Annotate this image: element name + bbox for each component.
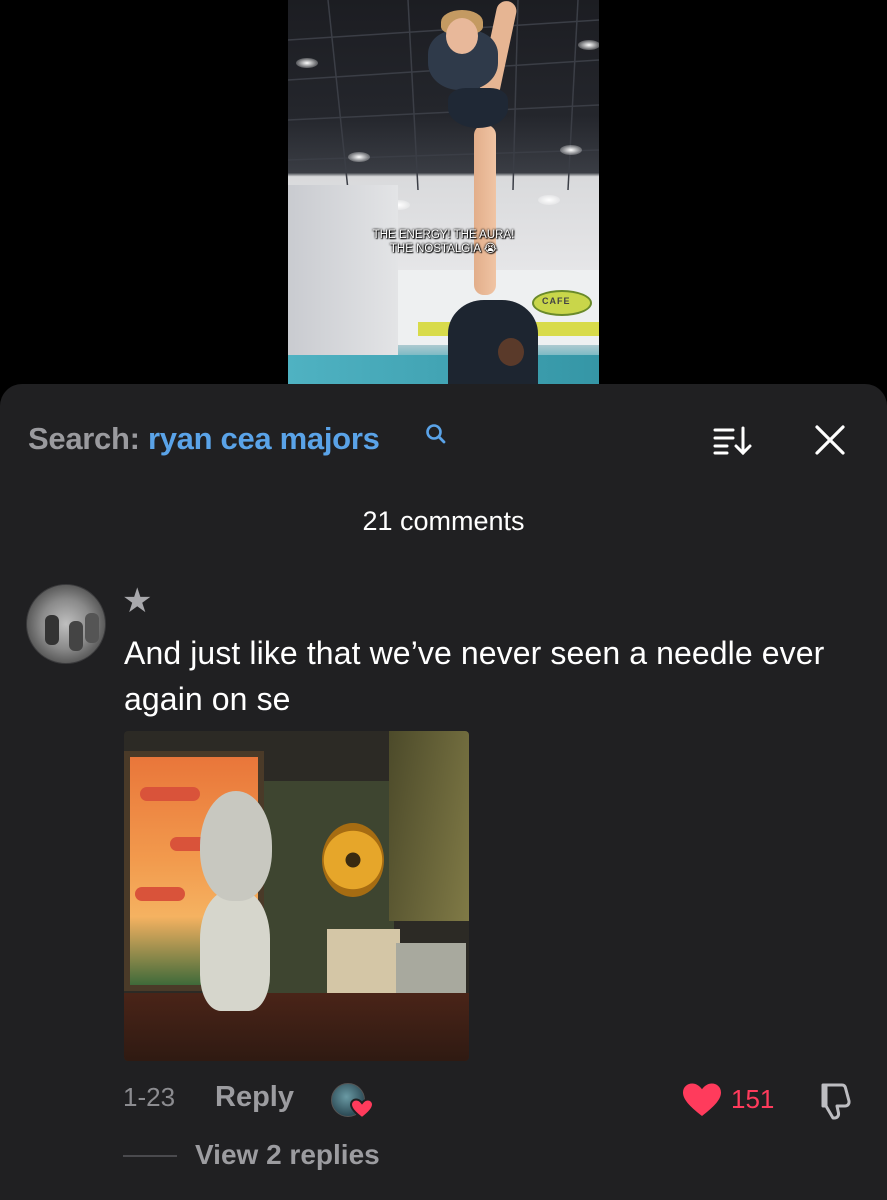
base-cheerleader xyxy=(448,300,538,384)
flyer-standing-leg xyxy=(474,125,496,295)
arena-floor xyxy=(288,355,599,384)
base-cheerleader-head xyxy=(498,338,524,366)
video-player[interactable]: CAFE THE ENERGY! THE AURA! THE NOSTALGIA… xyxy=(0,0,887,384)
search-bar[interactable]: Search: ryan cea majors xyxy=(28,421,380,457)
search-query-link[interactable]: ryan cea majors xyxy=(148,421,380,456)
avatar-figure xyxy=(45,615,59,645)
comment-text: And just like that we’ve never seen a ne… xyxy=(124,635,825,717)
gif-floor xyxy=(124,993,469,1061)
gif-gramophone xyxy=(322,823,384,897)
avatar[interactable] xyxy=(26,584,106,664)
crying-emoji-icon: 😭 xyxy=(483,243,498,255)
comments-count: 21 comments xyxy=(362,506,525,536)
like-count: 151 xyxy=(731,1084,775,1114)
avatar-figure xyxy=(85,613,99,643)
gif-roof xyxy=(389,731,469,921)
flyer-head xyxy=(446,18,478,54)
view-replies-button[interactable]: View 2 replies xyxy=(195,1139,380,1171)
comments-panel: Search: ryan cea majors 21 comments ★ An… xyxy=(0,384,887,1200)
caption-line-1: THE ENERGY! THE AURA! xyxy=(372,229,515,241)
thumbs-down-icon[interactable] xyxy=(815,1081,853,1121)
gif-character-body xyxy=(200,891,270,1011)
replies-divider xyxy=(123,1155,177,1157)
ceiling-light xyxy=(578,40,599,50)
caption-line-2-text: THE NOSTALGIA xyxy=(389,243,481,255)
gif-cloud xyxy=(135,887,185,901)
comment-gif[interactable] xyxy=(124,731,469,1061)
reply-button[interactable]: Reply xyxy=(215,1081,294,1114)
video-frame[interactable]: CAFE THE ENERGY! THE AURA! THE NOSTALGIA… xyxy=(288,0,599,384)
username-star-icon[interactable]: ★ xyxy=(122,584,152,618)
ceiling-light xyxy=(296,58,318,68)
sort-icon[interactable] xyxy=(713,424,753,456)
gif-character-head xyxy=(200,791,272,901)
creator-heart-icon xyxy=(350,1098,374,1120)
gif-cloud xyxy=(140,787,200,801)
ceiling-light xyxy=(560,145,582,155)
avatar-figure xyxy=(69,621,83,651)
cafe-sign-text: CAFE xyxy=(542,296,571,306)
caption-line-2: THE NOSTALGIA 😭 xyxy=(288,242,599,256)
heart-icon[interactable] xyxy=(682,1082,722,1118)
ceiling-light xyxy=(538,195,560,205)
comment-date: 1-23 xyxy=(123,1082,176,1112)
search-icon[interactable] xyxy=(425,423,447,445)
video-caption: THE ENERGY! THE AURA! THE NOSTALGIA 😭 xyxy=(288,228,599,256)
ceiling-light xyxy=(348,152,370,162)
flyer-skirt xyxy=(448,88,508,128)
close-icon[interactable] xyxy=(812,422,848,458)
search-label: Search: xyxy=(28,421,148,456)
